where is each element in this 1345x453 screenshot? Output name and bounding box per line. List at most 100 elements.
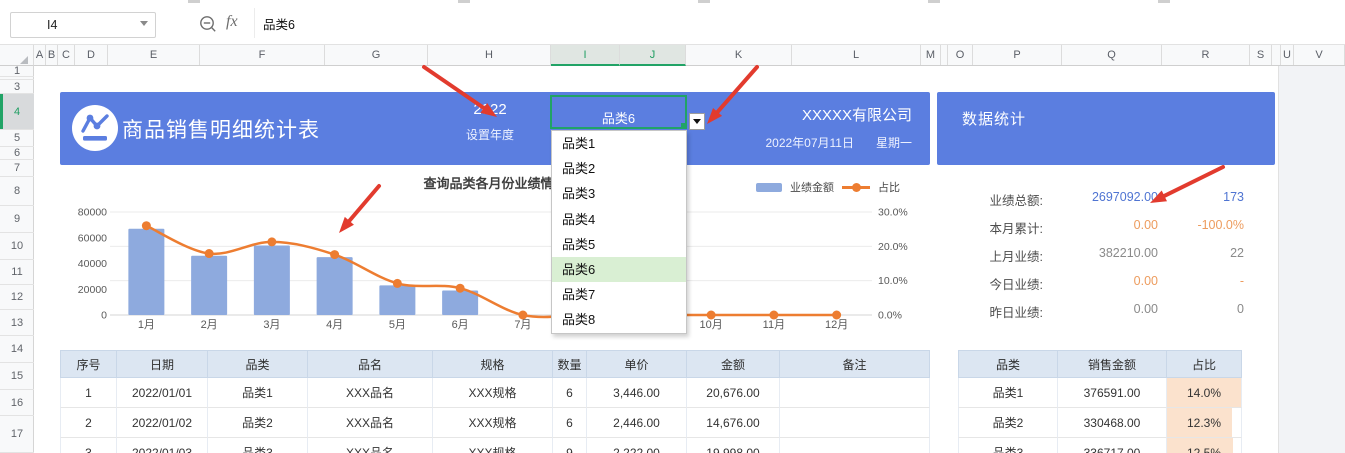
row-header-15[interactable]: 15 <box>0 363 34 390</box>
table-cell[interactable]: XXX品名 <box>308 438 433 453</box>
column-headers: ABCDEFGHIJKLMOPQRSUV <box>0 45 1345 66</box>
dropdown-option-品类1[interactable]: 品类1 <box>552 131 686 156</box>
column-header-A[interactable]: A <box>34 45 46 65</box>
table-cell[interactable]: 1 <box>60 378 117 408</box>
line-dot-6月 <box>455 283 465 293</box>
row-header-7[interactable]: 7 <box>0 160 34 177</box>
chart-logo-icon <box>72 105 118 151</box>
dropdown-arrow-icon <box>693 119 701 124</box>
table-cell[interactable]: XXX规格 <box>433 438 553 453</box>
row-header-14[interactable]: 14 <box>0 336 34 363</box>
table-cell[interactable] <box>780 438 930 453</box>
page-title: 商品销售明细统计表 <box>122 119 320 142</box>
table-cell[interactable]: 12.5% <box>1167 438 1242 453</box>
category-selected-cell[interactable]: 品类6 <box>550 95 687 129</box>
cell-name-box[interactable]: I4 <box>10 12 156 38</box>
table-cell[interactable]: 376591.00 <box>1058 378 1167 408</box>
table-cell[interactable]: 14.0% <box>1167 378 1242 408</box>
dropdown-option-品类4[interactable]: 品类4 <box>552 207 686 232</box>
dropdown-option-品类2[interactable]: 品类2 <box>552 156 686 181</box>
table-cell[interactable]: 2022/01/01 <box>117 378 208 408</box>
column-header-N[interactable] <box>941 45 948 65</box>
column-header-C[interactable]: C <box>58 45 75 65</box>
table-cell[interactable]: 2 <box>60 408 117 438</box>
table-cell[interactable]: 3 <box>60 438 117 453</box>
table-cell[interactable]: 2022/01/02 <box>117 408 208 438</box>
column-header-E[interactable]: E <box>108 45 200 65</box>
column-header-D[interactable]: D <box>75 45 108 65</box>
row-header-6[interactable]: 6 <box>0 147 34 160</box>
legend-line-label: 占比 <box>878 182 900 194</box>
line-dot-7月 <box>518 310 528 320</box>
column-header-S[interactable]: S <box>1250 45 1272 65</box>
column-header-I[interactable]: I <box>551 45 620 66</box>
svg-text:10月: 10月 <box>700 319 723 331</box>
row-header-17[interactable]: 17 <box>0 416 34 453</box>
chevron-down-icon[interactable] <box>140 21 148 26</box>
legend-line-swatch <box>842 182 870 192</box>
table-cell[interactable]: XXX规格 <box>433 378 553 408</box>
column-header-M[interactable]: M <box>921 45 941 65</box>
svg-text:7月: 7月 <box>514 319 531 331</box>
table-cell[interactable]: 12.3% <box>1167 408 1242 438</box>
svg-text:1月: 1月 <box>138 319 155 331</box>
table-cell[interactable]: 3,446.00 <box>587 378 687 408</box>
row-header-5[interactable]: 5 <box>0 130 34 147</box>
stat-extra: - <box>1239 274 1244 288</box>
row-header-3[interactable]: 3 <box>0 80 34 94</box>
table-cell[interactable]: XXX品名 <box>308 378 433 408</box>
table-cell[interactable]: 2,446.00 <box>587 408 687 438</box>
column-header-Q[interactable]: Q <box>1062 45 1162 65</box>
table-cell[interactable]: 品类2 <box>208 408 308 438</box>
fx-icon[interactable]: fx <box>226 13 238 31</box>
table-cell[interactable]: 6 <box>553 408 587 438</box>
table-cell[interactable]: 品类3 <box>958 438 1058 453</box>
column-header-B[interactable]: B <box>46 45 58 65</box>
dropdown-option-品类8[interactable]: 品类8 <box>552 307 686 332</box>
row-header-1[interactable]: 1 <box>0 66 34 77</box>
column-header-O[interactable]: O <box>948 45 973 65</box>
dropdown-option-品类3[interactable]: 品类3 <box>552 181 686 206</box>
dropdown-option-品类5[interactable]: 品类5 <box>552 232 686 257</box>
table-cell[interactable]: 2022/01/03 <box>117 438 208 453</box>
table-cell[interactable] <box>780 378 930 408</box>
table-cell[interactable]: 2,222.00 <box>587 438 687 453</box>
column-header-T[interactable] <box>1272 45 1281 65</box>
category-dropdown-button[interactable] <box>689 113 705 130</box>
column-header-V[interactable]: V <box>1294 45 1345 65</box>
column-header-U[interactable]: U <box>1281 45 1294 65</box>
column-header-P[interactable]: P <box>973 45 1062 65</box>
row-header-4[interactable]: 4 <box>0 94 34 130</box>
column-header-G[interactable]: G <box>325 45 428 65</box>
column-header-K[interactable]: K <box>686 45 792 65</box>
row-header-16[interactable]: 16 <box>0 390 34 416</box>
column-header-R[interactable]: R <box>1162 45 1250 65</box>
table-cell[interactable]: 6 <box>553 378 587 408</box>
column-header-L[interactable]: L <box>792 45 921 65</box>
table-cell[interactable]: 品类3 <box>208 438 308 453</box>
svg-text:11月: 11月 <box>763 319 785 331</box>
table-cell[interactable]: 20,676.00 <box>687 378 780 408</box>
table-cell[interactable]: 336717.00 <box>1058 438 1167 453</box>
table-cell[interactable]: 品类1 <box>208 378 308 408</box>
column-header-F[interactable]: F <box>200 45 325 65</box>
table-cell[interactable]: XXX品名 <box>308 408 433 438</box>
table-cell[interactable]: 品类1 <box>958 378 1058 408</box>
selection-fill-handle[interactable] <box>681 123 687 129</box>
select-all-corner[interactable] <box>0 45 34 66</box>
dropdown-option-品类6[interactable]: 品类6 <box>552 256 686 283</box>
formula-input[interactable]: 品类6 <box>263 14 295 33</box>
table-cell[interactable]: 品类2 <box>958 408 1058 438</box>
column-header-J[interactable]: J <box>620 45 686 66</box>
table-cell[interactable]: 9 <box>553 438 587 453</box>
table-cell[interactable]: 19,998.00 <box>687 438 780 453</box>
dropdown-option-品类7[interactable]: 品类7 <box>552 282 686 307</box>
year-cell[interactable]: 2022 <box>430 101 550 118</box>
stat-extra: -100.0% <box>1197 218 1244 232</box>
table-cell[interactable]: XXX规格 <box>433 408 553 438</box>
column-header-H[interactable]: H <box>428 45 551 65</box>
zoom-search-icon[interactable] <box>199 15 217 33</box>
table-cell[interactable]: 330468.00 <box>1058 408 1167 438</box>
table-cell[interactable]: 14,676.00 <box>687 408 780 438</box>
table-cell[interactable] <box>780 408 930 438</box>
